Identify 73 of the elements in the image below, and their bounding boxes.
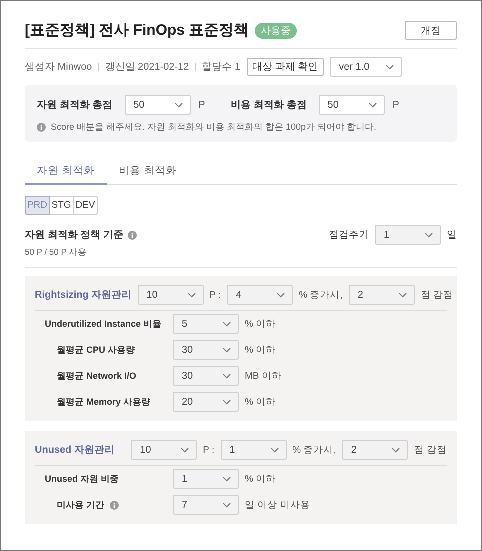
- page-title: [표준정책] 전사 FinOps 표준정책: [25, 21, 250, 40]
- score-label: 자원 최적화 총점: [37, 99, 113, 112]
- field-label: 점검주기: [329, 229, 369, 242]
- target-check-button[interactable]: 대상 과제 확인: [246, 58, 324, 76]
- env-toggle[interactable]: STG: [49, 196, 74, 215]
- value-dropdown[interactable]: 5: [173, 314, 239, 334]
- criterion-label: Unused 자원 비중: [45, 472, 120, 486]
- group-title: Rightsizing 자원관리: [35, 289, 132, 302]
- value-dropdown[interactable]: 10: [138, 285, 204, 305]
- usage-text: 50 P / 50 P 사용: [25, 247, 457, 268]
- criterion-label: 미사용 기간: [57, 498, 105, 512]
- value-dropdown[interactable]: 20: [173, 392, 239, 412]
- chevron-down-icon: [425, 232, 433, 238]
- value-dropdown[interactable]: 10: [131, 440, 198, 460]
- value-dropdown[interactable]: 1: [375, 225, 441, 245]
- chevron-down-icon: [223, 374, 231, 378]
- section-title: 자원 최적화 정책 기준: [25, 229, 124, 242]
- unit-text: P: [198, 100, 206, 110]
- unit-text: P: [392, 100, 400, 110]
- revise-button[interactable]: 개정: [405, 21, 457, 40]
- chevron-down-icon: [277, 292, 286, 298]
- value-dropdown[interactable]: 30: [173, 340, 239, 360]
- env-toggle[interactable]: DEV: [73, 196, 98, 215]
- value-dropdown[interactable]: 50: [124, 95, 191, 115]
- unit-text: MB 이하: [245, 370, 282, 382]
- info-icon: [37, 123, 46, 132]
- chevron-down-icon: [223, 476, 231, 482]
- value-dropdown[interactable]: 4: [227, 285, 294, 305]
- chevron-down-icon: [386, 64, 394, 70]
- value-dropdown[interactable]: 2: [348, 285, 415, 305]
- value-dropdown[interactable]: ver 1.0: [330, 57, 402, 77]
- chevron-down-icon: [223, 502, 231, 508]
- unit-text: % 증가시,: [299, 288, 343, 302]
- unit-text: % 이하: [245, 318, 276, 330]
- chevron-down-icon: [223, 322, 231, 326]
- creator-text: 생성자 Minwoo: [25, 61, 92, 74]
- chevron-down-icon: [181, 448, 190, 452]
- value-dropdown[interactable]: 50: [318, 95, 385, 115]
- unit-text: 일 이상 미사용: [245, 498, 310, 512]
- group-title: Unused 자원관리: [35, 444, 116, 457]
- updated-date: 갱신일 2021-02-12: [105, 61, 190, 74]
- unit-text: % 이하: [245, 396, 276, 408]
- chevron-down-icon: [398, 292, 407, 298]
- tab[interactable]: 자원 최적화: [25, 164, 107, 185]
- value-dropdown[interactable]: 1: [220, 440, 287, 460]
- criterion-label: 월평균 CPU 사용량: [57, 344, 136, 356]
- unit-text: 점 감점: [420, 288, 454, 302]
- criterion-label: 월평균 Memory 사용량: [57, 396, 151, 408]
- chevron-down-icon: [392, 448, 400, 452]
- unit-text: % 이하: [245, 344, 276, 356]
- chevron-down-icon: [270, 448, 279, 452]
- unit-text: % 증가시,: [292, 444, 336, 456]
- value-dropdown[interactable]: 30: [173, 366, 239, 386]
- chevron-down-icon: [368, 102, 377, 108]
- criterion-label: 월평균 Network I/O: [57, 370, 137, 382]
- assigned-count: 할당수 1: [202, 61, 241, 74]
- chevron-down-icon: [188, 292, 196, 298]
- score-label: 비용 최적화 총점: [231, 99, 307, 112]
- status-badge: 사용중: [255, 22, 298, 38]
- unit-text: 점 감점: [414, 444, 447, 456]
- criterion-label: Underutilized Instance 비율: [45, 318, 162, 330]
- value-dropdown[interactable]: 2: [342, 440, 408, 460]
- chevron-down-icon: [174, 102, 183, 108]
- value-dropdown[interactable]: 1: [173, 469, 239, 489]
- unit-text: % 이하: [245, 472, 276, 486]
- value-dropdown[interactable]: 7: [173, 495, 239, 515]
- unit-text: P :: [203, 444, 215, 456]
- unit-text: 일: [447, 229, 457, 242]
- chevron-down-icon: [223, 348, 231, 352]
- tab[interactable]: 비용 최적화: [106, 164, 189, 185]
- hint-text: Score 배분을 해주세요. 자원 최적화와 비용 최적화의 합은 100p가 되어야 합니다.: [51, 121, 377, 134]
- unit-text: P :: [210, 290, 222, 300]
- chevron-down-icon: [223, 400, 231, 404]
